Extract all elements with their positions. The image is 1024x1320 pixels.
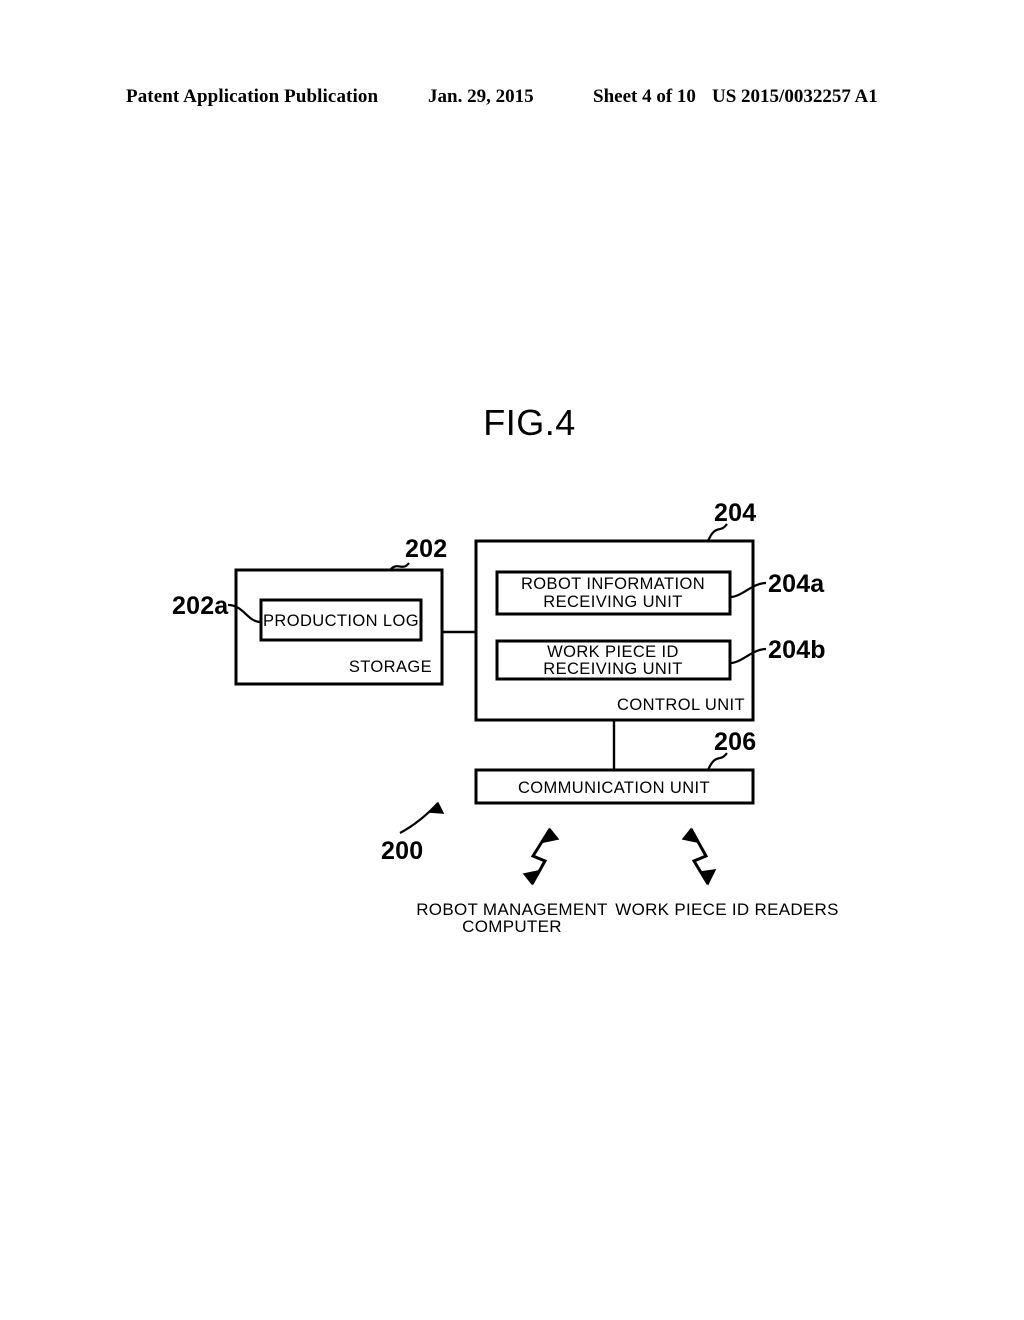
control-unit-rect xyxy=(474,539,755,722)
storage-block: STORAGE PRODUCTION LOG xyxy=(234,568,444,686)
robot-information-receiving-unit-ref-number: 204a xyxy=(768,570,825,598)
work-piece-id-readers-arrowhead-down xyxy=(699,869,717,886)
work-piece-id-receiving-unit-ref-number: 204b xyxy=(768,636,826,664)
communication-unit-label: COMMUNICATION UNIT xyxy=(518,779,710,797)
work-piece-id-receiving-unit-label-line1: WORK PIECE ID xyxy=(547,643,679,661)
system-ref-number: 200 xyxy=(381,837,423,865)
system-ref-arrowhead xyxy=(427,801,445,814)
robot-information-receiving-unit-label-line2: RECEIVING UNIT xyxy=(543,593,682,611)
control-unit-ref-number: 204 xyxy=(714,499,756,527)
communication-unit-ref-number: 206 xyxy=(714,728,756,756)
production-log-ref-number: 202a xyxy=(172,592,229,620)
work-piece-id-readers-label-line1: WORK PIECE ID READERS xyxy=(615,900,839,919)
communication-unit-block: COMMUNICATION UNIT xyxy=(474,768,755,805)
work-piece-id-receiving-unit-label-line2: RECEIVING UNIT xyxy=(543,660,682,678)
robot-management-computer-link xyxy=(522,827,560,886)
work-piece-id-readers-link xyxy=(681,827,717,886)
control-unit-label: CONTROL UNIT xyxy=(617,696,745,714)
storage-block-label: STORAGE xyxy=(349,658,432,676)
system-ref-leader xyxy=(399,802,439,834)
robot-information-receiving-unit-label-line1: ROBOT INFORMATION xyxy=(521,575,705,593)
figure-diagram: STORAGE PRODUCTION LOG 202 202a CONTROL … xyxy=(172,499,839,936)
control-unit-block: CONTROL UNIT ROBOT INFORMATION RECEIVING… xyxy=(474,539,755,722)
storage-ref-number: 202 xyxy=(405,535,447,563)
system-ref-200: 200 xyxy=(381,801,445,865)
robot-management-computer-label-line2: COMPUTER xyxy=(462,917,562,936)
production-log-label: PRODUCTION LOG xyxy=(263,612,419,630)
